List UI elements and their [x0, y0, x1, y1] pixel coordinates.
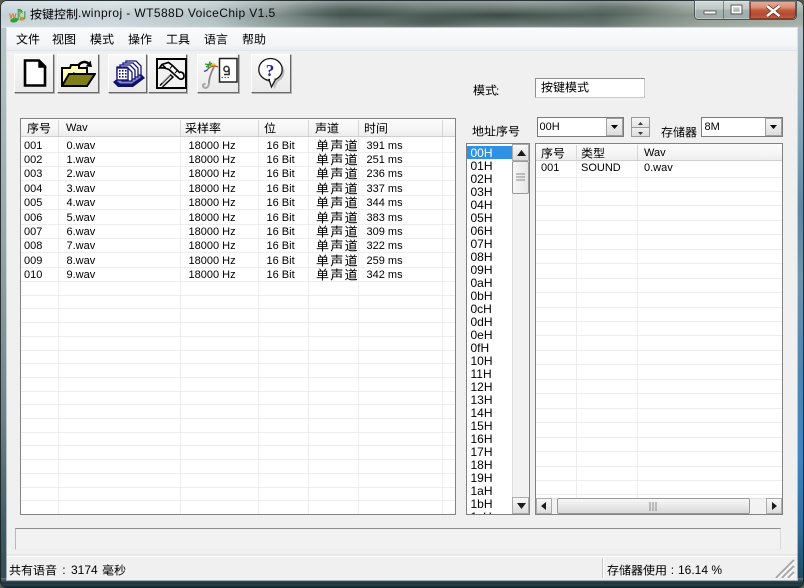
svg-text:w: w — [9, 11, 17, 22]
svg-text:?: ? — [266, 61, 275, 80]
svg-text:t: t — [19, 11, 22, 20]
